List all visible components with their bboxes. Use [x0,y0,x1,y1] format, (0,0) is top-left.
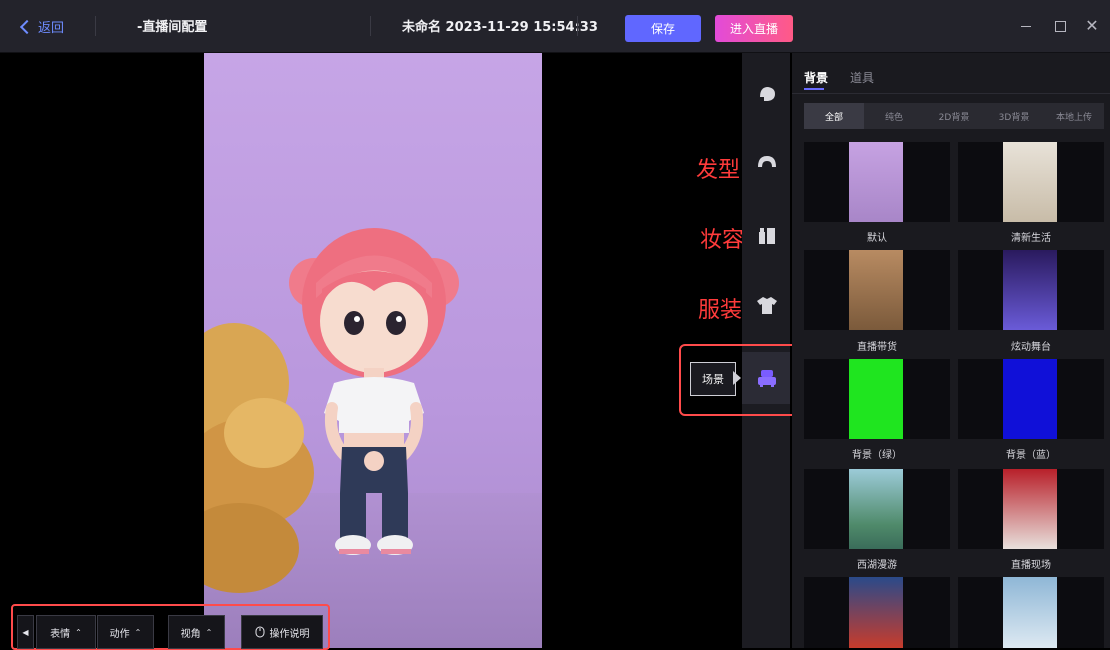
view-angle-button[interactable]: 视角 ⌃ [168,615,225,649]
minimize-button[interactable] [1014,14,1038,38]
thumbnail [1003,577,1057,648]
makeup-icon[interactable] [756,224,778,246]
maximize-icon [1054,20,1066,32]
divider [792,93,1110,94]
asset-panel: 背景 道具 全部 纯色 2D背景 3D背景 本地上传 默认 清新生活 直播带货 … [792,53,1110,648]
tab-background[interactable]: 背景 [804,69,828,86]
face-icon[interactable] [756,83,778,105]
bg-item-green[interactable] [804,359,950,439]
motion-label: 动作 [109,628,130,640]
thumbnail [1003,469,1057,549]
bg-item-label: 直播现场 [1011,560,1051,571]
active-tab-indicator [804,88,824,90]
chevron-up-icon: ⌃ [134,627,142,637]
bg-item-west-lake[interactable] [804,469,950,549]
thumbnail [1003,142,1057,222]
filter-all[interactable]: 全部 [804,103,864,129]
filter-solid[interactable]: 纯色 [864,103,924,129]
filter-bar: 全部 纯色 2D背景 3D背景 本地上传 [804,103,1104,129]
divider [95,16,96,36]
save-button[interactable]: 保存 [625,15,701,42]
page-title: -直播间配置 [137,20,208,35]
project-name[interactable]: 未命名 2023-11-29 15:54:33 [402,16,598,35]
motion-button[interactable]: 动作 ⌃ [97,615,154,649]
bg-item-partial[interactable] [804,577,950,648]
instructions-label: 操作说明 [269,628,310,640]
bg-item-blue[interactable] [958,359,1104,439]
chevron-up-icon: ⌃ [75,627,82,637]
thumbnail [849,142,903,222]
thumbnail [849,250,903,330]
bg-item-label: 炫动舞台 [1011,342,1051,353]
back-label: 返回 [38,21,65,36]
bg-item-live-commerce[interactable] [804,250,950,330]
expression-button[interactable]: 表情 ⌃ [36,615,96,649]
bg-item-label: 直播带货 [857,342,897,353]
sofa-illustration [204,323,314,593]
title-bar: 返回 -直播间配置 未命名 2023-11-29 15:54:33 保存 进入直… [0,0,1110,53]
bg-item-label: 背景（绿） [852,450,902,461]
tab-props[interactable]: 道具 [850,69,874,86]
close-button[interactable]: ✕ [1080,14,1104,38]
maximize-button[interactable] [1048,14,1072,38]
avatar-character [289,228,459,555]
thumbnail [849,469,903,549]
divider [370,16,371,36]
collapse-button[interactable]: ◀ [17,615,34,649]
avatar-scene-illustration [204,228,459,593]
chevron-up-icon: ⌃ [205,627,213,637]
filter-upload[interactable]: 本地上传 [1044,103,1104,129]
go-live-button[interactable]: 进入直播 [715,15,793,42]
bg-item-partial[interactable] [958,577,1104,648]
thumbnail [849,577,903,648]
bg-item-label: 西湖漫游 [857,560,897,571]
filter-2d[interactable]: 2D背景 [924,103,984,129]
bg-item-label: 背景（蓝） [1006,450,1056,461]
divider [577,16,578,36]
close-icon: ✕ [1085,16,1099,35]
mouse-icon [255,626,264,638]
bg-item-default[interactable] [804,142,950,222]
bg-item-stage[interactable] [958,250,1104,330]
thumbnail [849,359,903,439]
annotation-hair: 发型 [696,158,741,183]
thumbnail [1003,250,1057,330]
avatar-preview[interactable] [204,53,542,648]
filter-3d[interactable]: 3D背景 [984,103,1044,129]
bg-item-live-scene[interactable] [958,469,1104,549]
annotation-highlight-scene [679,344,804,416]
preview-stage[interactable] [0,53,738,648]
annotation-clothing: 服装 [698,298,743,323]
bg-item-label: 默认 [867,233,887,244]
thumbnail [1003,359,1057,439]
back-button[interactable]: 返回 [19,17,65,36]
bg-item-label: 清新生活 [1011,233,1051,244]
view-angle-label: 视角 [180,628,201,640]
expression-label: 表情 [50,628,71,640]
chevron-left-icon [19,19,35,34]
hair-icon[interactable] [756,152,778,174]
minimize-icon [1021,25,1031,27]
instructions-button[interactable]: 操作说明 [241,615,323,649]
clothing-icon[interactable] [756,294,778,316]
bg-item-fresh-life[interactable] [958,142,1104,222]
triangle-left-icon: ◀ [22,627,29,637]
annotation-makeup: 妆容 [700,228,745,253]
